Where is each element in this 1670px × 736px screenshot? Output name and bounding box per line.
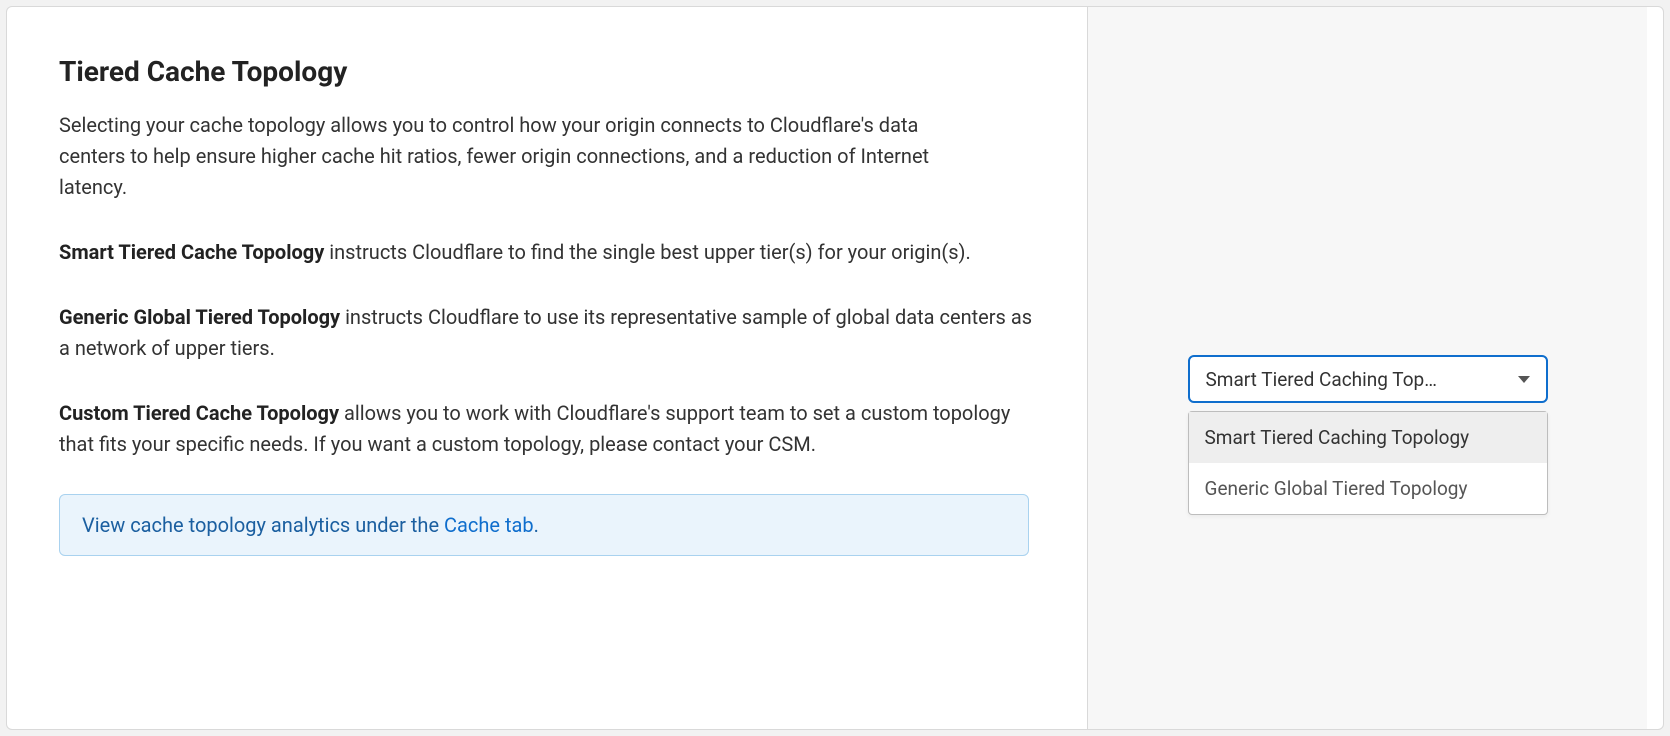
topology-select-label: Smart Tiered Caching Top… xyxy=(1206,368,1506,391)
info-banner: View cache topology analytics under the … xyxy=(59,494,1029,556)
chevron-down-icon xyxy=(1518,376,1530,383)
topology-select[interactable]: Smart Tiered Caching Top… xyxy=(1188,355,1548,403)
sidebar-panel: Smart Tiered Caching Top… Smart Tiered C… xyxy=(1087,7,1647,729)
main-content: Tiered Cache Topology Selecting your cac… xyxy=(7,7,1087,729)
topology-desc-smart: instructs Cloudflare to find the single … xyxy=(324,240,970,264)
banner-suffix: . xyxy=(534,513,539,537)
section-title: Tiered Cache Topology xyxy=(59,55,1035,88)
topology-para-generic: Generic Global Tiered Topology instructs… xyxy=(59,302,1035,364)
settings-card: Tiered Cache Topology Selecting your cac… xyxy=(6,6,1664,730)
topology-name-smart: Smart Tiered Cache Topology xyxy=(59,240,324,264)
cache-tab-link[interactable]: Cache tab xyxy=(444,513,534,537)
topology-select-wrap: Smart Tiered Caching Top… Smart Tiered C… xyxy=(1188,355,1548,403)
banner-prefix: View cache topology analytics under the xyxy=(82,513,444,537)
section-description: Selecting your cache topology allows you… xyxy=(59,110,979,203)
topology-option-smart[interactable]: Smart Tiered Caching Topology xyxy=(1189,412,1547,463)
topology-dropdown: Smart Tiered Caching Topology Generic Gl… xyxy=(1188,411,1548,515)
topology-name-generic: Generic Global Tiered Topology xyxy=(59,305,340,329)
topology-para-smart: Smart Tiered Cache Topology instructs Cl… xyxy=(59,237,1035,268)
topology-name-custom: Custom Tiered Cache Topology xyxy=(59,401,339,425)
topology-para-custom: Custom Tiered Cache Topology allows you … xyxy=(59,398,1035,460)
topology-option-generic[interactable]: Generic Global Tiered Topology xyxy=(1189,463,1547,514)
